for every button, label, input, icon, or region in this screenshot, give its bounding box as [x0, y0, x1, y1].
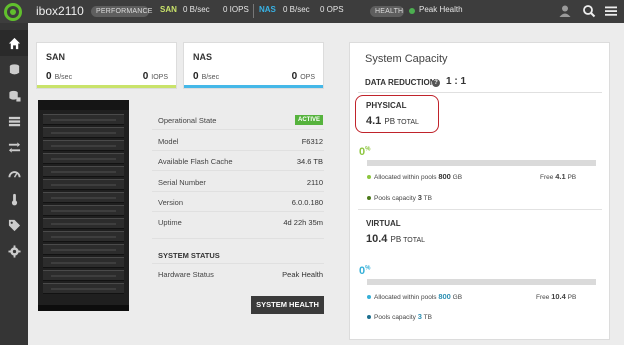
- data-reduction-label: DATA REDUCTION: [365, 78, 436, 87]
- storage-icon[interactable]: [0, 56, 28, 82]
- nas-accent-bar: [184, 85, 323, 88]
- tag-icon[interactable]: [0, 212, 28, 238]
- hardware-status-label: Hardware Status: [158, 270, 214, 279]
- system-name[interactable]: ibox2110: [36, 4, 84, 18]
- hosts-icon[interactable]: [0, 108, 28, 134]
- temperature-icon[interactable]: [0, 186, 28, 212]
- san-bandwidth-value: 0 B/sec: [46, 71, 73, 82]
- nas-card-title: NAS: [193, 52, 213, 62]
- physical-pools-capacity: Pools capacity 3 TB: [367, 193, 432, 202]
- divider: [152, 211, 324, 212]
- health-status[interactable]: Peak Health: [419, 5, 463, 14]
- divider: [152, 238, 324, 239]
- data-reduction-value: 1 : 1: [446, 76, 467, 87]
- info-label: Model: [158, 137, 179, 146]
- hardware-status-value: Peak Health: [282, 270, 323, 279]
- divider: [358, 92, 602, 93]
- uptime-value: 4d 22h 35m: [283, 218, 323, 227]
- system-health-button[interactable]: SYSTEM HEALTH: [251, 296, 324, 314]
- nas-bandwidth: 0 B/sec: [283, 5, 310, 14]
- performance-label: PERFORMANCE: [91, 6, 152, 17]
- nas-ops: 0 OPS: [320, 5, 344, 14]
- info-label: Serial Number: [158, 178, 206, 187]
- search-icon[interactable]: [582, 4, 596, 18]
- health-status-dot-icon: [409, 8, 415, 14]
- capacity-title: System Capacity: [365, 53, 448, 65]
- san-bandwidth: 0 B/sec: [183, 5, 210, 14]
- physical-usage-bar: [367, 160, 596, 166]
- menu-icon[interactable]: [604, 4, 618, 18]
- replication-icon[interactable]: [0, 134, 28, 160]
- nas-ops-value: 0 OPS: [291, 71, 315, 82]
- virtual-free: Free 10.4 PB: [536, 292, 577, 301]
- san-card[interactable]: SAN 0 B/sec 0 IOPS: [36, 42, 177, 89]
- virtual-allocated: Allocated within pools 800 GB: [367, 292, 462, 301]
- virtual-pools-capacity: Pools capacity 3 TB: [367, 312, 432, 321]
- rack-image: [38, 100, 129, 311]
- info-label: Available Flash Cache: [158, 157, 233, 166]
- system-status-title: SYSTEM STATUS: [158, 251, 220, 260]
- health-label: HEALTH: [370, 6, 404, 17]
- san-iops: 0 IOPS: [223, 5, 249, 14]
- san-iops-value: 0 IOPS: [142, 71, 168, 82]
- virtual-label: VIRTUAL: [366, 219, 401, 228]
- san-label: SAN: [160, 5, 177, 14]
- version-value: 6.0.0.180: [291, 198, 323, 207]
- physical-allocated: Allocated within pools 800 GB: [367, 172, 462, 181]
- home-icon[interactable]: [0, 30, 28, 56]
- user-icon[interactable]: [558, 4, 572, 18]
- divider: [358, 209, 602, 210]
- divider: [152, 150, 324, 151]
- divider: [152, 129, 324, 130]
- divider: [152, 263, 324, 264]
- virtual-total: 10.4 PB TOTAL: [366, 233, 426, 245]
- info-label: Version: [158, 198, 184, 207]
- divider: [253, 4, 254, 18]
- sidebar: [0, 23, 28, 345]
- top-bar: ibox2110 PERFORMANCE SAN 0 B/sec 0 IOPS …: [0, 0, 624, 23]
- performance-gauge-icon[interactable]: [0, 160, 28, 186]
- virtual-percent: 0%: [359, 265, 371, 277]
- san-card-title: SAN: [46, 52, 66, 62]
- physical-free: Free 4.1 PB: [540, 172, 577, 181]
- settings-icon[interactable]: [0, 238, 28, 264]
- pools-icon[interactable]: [0, 82, 28, 108]
- infinidat-logo-icon[interactable]: [4, 3, 22, 21]
- physical-percent: 0%: [359, 146, 371, 158]
- help-icon[interactable]: ?: [432, 79, 440, 87]
- info-label: Uptime: [158, 218, 182, 227]
- divider: [152, 170, 324, 171]
- operational-state-badge: ACTIVE: [295, 115, 323, 125]
- info-label: Operational State: [158, 116, 217, 125]
- nas-card[interactable]: NAS 0 B/sec 0 OPS: [183, 42, 324, 89]
- physical-label: PHYSICAL: [366, 101, 407, 110]
- flash-cache-value: 34.6 TB: [296, 157, 323, 166]
- san-accent-bar: [37, 85, 176, 88]
- serial-number-value: 2110: [306, 178, 323, 187]
- divider: [152, 191, 324, 192]
- nas-label: NAS: [259, 5, 276, 14]
- virtual-usage-bar: [367, 279, 596, 285]
- model-value: F6312: [301, 137, 323, 146]
- nas-bandwidth-value: 0 B/sec: [193, 71, 220, 82]
- physical-total: 4.1 PB TOTAL: [366, 115, 419, 127]
